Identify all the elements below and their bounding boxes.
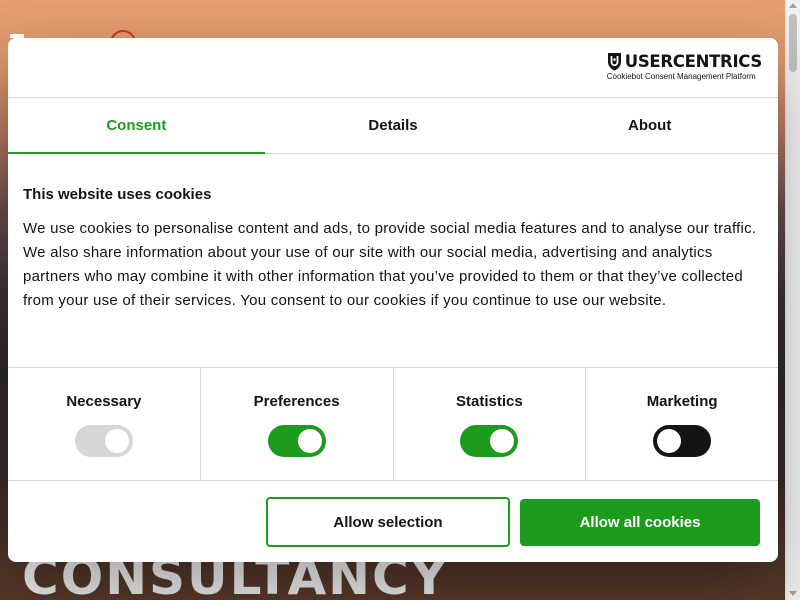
toggle-knob — [657, 429, 682, 453]
dialog-header: USERCENTRICS Cookiebot Consent Managemen… — [8, 38, 778, 98]
consent-body: We use cookies to personalise content an… — [23, 220, 757, 309]
toggle-knob — [104, 429, 129, 453]
toggle-cell-necessary: Necessary — [8, 368, 201, 480]
toggle-label-statistics: Statistics — [456, 393, 523, 410]
consent-content: This website uses cookies We use cookies… — [8, 154, 778, 367]
tab-about[interactable]: About — [521, 98, 778, 153]
toggle-cell-preferences: Preferences — [201, 368, 394, 480]
brand-subtitle: Cookiebot Consent Management Platform — [606, 72, 756, 81]
statistics-toggle[interactable] — [460, 425, 519, 457]
necessary-toggle — [74, 425, 133, 457]
tab-consent[interactable]: Consent — [8, 98, 265, 154]
toggle-knob — [297, 429, 322, 453]
toggle-label-preferences: Preferences — [253, 393, 340, 410]
scroll-up-icon[interactable] — [789, 3, 797, 8]
consent-heading: This website uses cookies — [23, 186, 212, 203]
page-scrollbar[interactable] — [785, 0, 800, 600]
tab-details[interactable]: Details — [265, 98, 522, 153]
brand-name: USERCENTRICS — [624, 52, 763, 71]
toggle-knob — [490, 429, 515, 453]
allow-selection-button[interactable]: Allow selection — [266, 497, 510, 547]
toggle-cell-marketing: Marketing — [586, 368, 778, 480]
marketing-toggle[interactable] — [653, 425, 712, 457]
cookie-consent-dialog: USERCENTRICS Cookiebot Consent Managemen… — [8, 38, 778, 562]
dialog-footer: Allow selection Allow all cookies — [8, 481, 778, 561]
toggle-label-marketing: Marketing — [646, 393, 718, 410]
allow-all-cookies-button[interactable]: Allow all cookies — [520, 499, 760, 546]
dialog-tabs: Consent Details About — [8, 98, 778, 154]
toggle-label-necessary: Necessary — [66, 393, 142, 410]
toggle-cell-statistics: Statistics — [394, 368, 587, 480]
scrollbar-thumb[interactable] — [789, 14, 797, 72]
usercentrics-logo[interactable]: USERCENTRICS Cookiebot Consent Managemen… — [606, 52, 763, 81]
preferences-toggle[interactable] — [267, 425, 326, 457]
scroll-down-icon[interactable] — [789, 591, 797, 596]
cookie-category-toggles: Necessary Preferences Statistics Marketi… — [8, 367, 778, 481]
usercentrics-shield-icon — [607, 53, 621, 71]
